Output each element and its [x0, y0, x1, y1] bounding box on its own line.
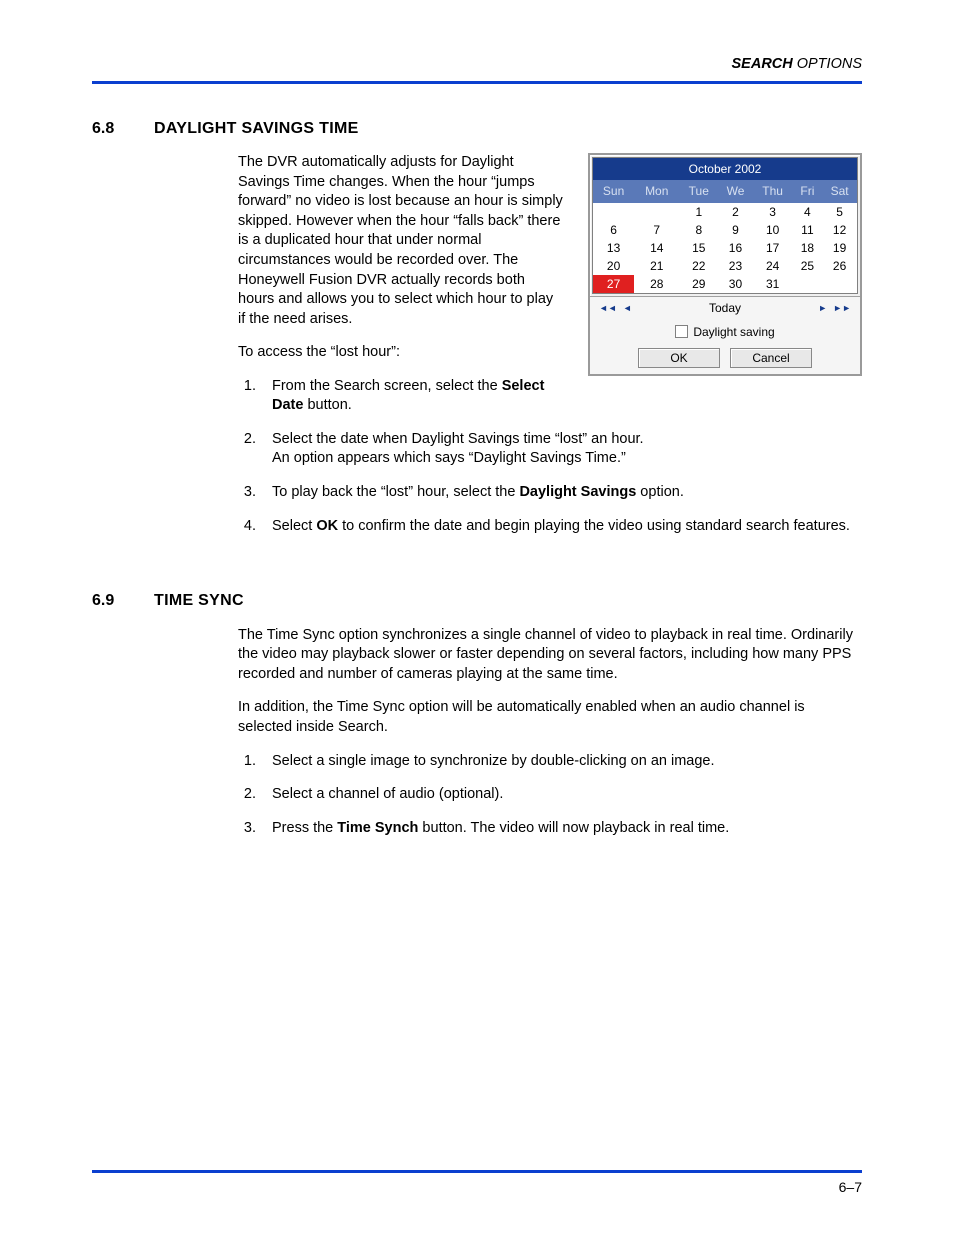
- calendar-day[interactable]: 6: [593, 221, 634, 239]
- dow: Mon: [634, 180, 679, 202]
- list-item: Select OK to confirm the date and begin …: [260, 517, 862, 537]
- calendar-day[interactable]: 27: [593, 275, 634, 293]
- paragraph: To access the “lost hour”:: [238, 343, 564, 363]
- section-number: 6.8: [92, 118, 154, 551]
- calendar-day[interactable]: 4: [793, 203, 823, 221]
- calendar-widget: October 2002 Sun Mon Tue We Thu: [588, 153, 862, 376]
- calendar-day[interactable]: 7: [634, 221, 679, 239]
- calendar-day[interactable]: 9: [718, 221, 752, 239]
- calendar-day[interactable]: 21: [634, 257, 679, 275]
- calendar-day[interactable]: 18: [793, 239, 823, 257]
- calendar-day: [793, 275, 823, 293]
- calendar-day[interactable]: 30: [718, 275, 752, 293]
- step-list: Select a single image to synchronize by …: [238, 752, 862, 839]
- section-daylight-savings: 6.8 DAYLIGHT SAVINGS TIME The DVR automa…: [92, 118, 862, 551]
- section-title: TIME SYNC: [154, 590, 862, 612]
- calendar-day[interactable]: 23: [718, 257, 752, 275]
- header-rule: [92, 81, 862, 84]
- calendar-title: October 2002: [593, 158, 857, 180]
- dow: We: [718, 180, 752, 202]
- section-time-sync: 6.9 TIME SYNC The Time Sync option synch…: [92, 590, 862, 852]
- next-year-icon[interactable]: ►►: [830, 302, 854, 314]
- calendar-day[interactable]: 22: [679, 257, 718, 275]
- calendar-day[interactable]: 2: [718, 203, 752, 221]
- calendar-day[interactable]: 17: [753, 239, 793, 257]
- dow: Sun: [593, 180, 634, 202]
- calendar-day[interactable]: 24: [753, 257, 793, 275]
- calendar-day[interactable]: 10: [753, 221, 793, 239]
- calendar-day[interactable]: 29: [679, 275, 718, 293]
- step-list: From the Search screen, select the Selec…: [238, 377, 564, 416]
- calendar-day[interactable]: 25: [793, 257, 823, 275]
- calendar-day[interactable]: 20: [593, 257, 634, 275]
- calendar-day[interactable]: 5: [822, 203, 857, 221]
- calendar-day[interactable]: 16: [718, 239, 752, 257]
- daylight-saving-checkbox[interactable]: [675, 325, 688, 338]
- paragraph: The DVR automatically adjusts for Daylig…: [238, 153, 564, 329]
- next-month-icon[interactable]: ►: [815, 302, 830, 314]
- daylight-saving-row: Daylight saving: [590, 320, 860, 344]
- calendar-day[interactable]: 3: [753, 203, 793, 221]
- cancel-button[interactable]: Cancel: [730, 348, 812, 368]
- calendar-day: [634, 203, 679, 221]
- prev-year-icon[interactable]: ◄◄: [596, 302, 620, 314]
- dow: Sat: [822, 180, 857, 202]
- page-number: 6–7: [839, 1178, 862, 1197]
- prev-month-icon[interactable]: ◄: [620, 302, 635, 314]
- calendar-nav: ◄◄ ◄ Today ► ►►: [590, 297, 860, 319]
- calendar-day[interactable]: 11: [793, 221, 823, 239]
- list-item: Select a channel of audio (optional).: [260, 785, 862, 805]
- calendar-day[interactable]: 28: [634, 275, 679, 293]
- list-item: From the Search screen, select the Selec…: [260, 377, 564, 416]
- list-item: Press the Time Synch button. The video w…: [260, 819, 862, 839]
- footer-rule: [92, 1170, 862, 1173]
- ok-button[interactable]: OK: [638, 348, 720, 368]
- section-number: 6.9: [92, 590, 154, 852]
- calendar-day[interactable]: 14: [634, 239, 679, 257]
- calendar-grid: Sun Mon Tue We Thu Fri Sat 1: [593, 180, 857, 293]
- calendar-day[interactable]: 1: [679, 203, 718, 221]
- dow: Tue: [679, 180, 718, 202]
- calendar-day[interactable]: 12: [822, 221, 857, 239]
- paragraph: In addition, the Time Sync option will b…: [238, 698, 862, 737]
- page-header: SEARCH OPTIONS: [92, 55, 862, 75]
- page: SEARCH OPTIONS 6.8 DAYLIGHT SAVINGS TIME…: [0, 0, 954, 1235]
- calendar-day[interactable]: 13: [593, 239, 634, 257]
- calendar-day[interactable]: 26: [822, 257, 857, 275]
- list-item: To play back the “lost” hour, select the…: [260, 483, 862, 503]
- calendar-day[interactable]: 8: [679, 221, 718, 239]
- dow: Fri: [793, 180, 823, 202]
- daylight-saving-label: Daylight saving: [693, 325, 774, 339]
- calendar-day[interactable]: 31: [753, 275, 793, 293]
- paragraph: The Time Sync option synchronizes a sing…: [238, 626, 862, 685]
- calendar-day: [593, 203, 634, 221]
- dow: Thu: [753, 180, 793, 202]
- header-rest: OPTIONS: [797, 55, 862, 75]
- calendar-day[interactable]: 15: [679, 239, 718, 257]
- calendar-day: [822, 275, 857, 293]
- list-item: Select the date when Daylight Savings ti…: [260, 430, 862, 469]
- calendar-day[interactable]: 19: [822, 239, 857, 257]
- list-item: Select a single image to synchronize by …: [260, 752, 862, 772]
- section-title: DAYLIGHT SAVINGS TIME: [154, 118, 862, 140]
- step-list: Select the date when Daylight Savings ti…: [238, 430, 862, 536]
- header-bold: SEARCH: [732, 55, 793, 75]
- today-button[interactable]: Today: [635, 300, 816, 316]
